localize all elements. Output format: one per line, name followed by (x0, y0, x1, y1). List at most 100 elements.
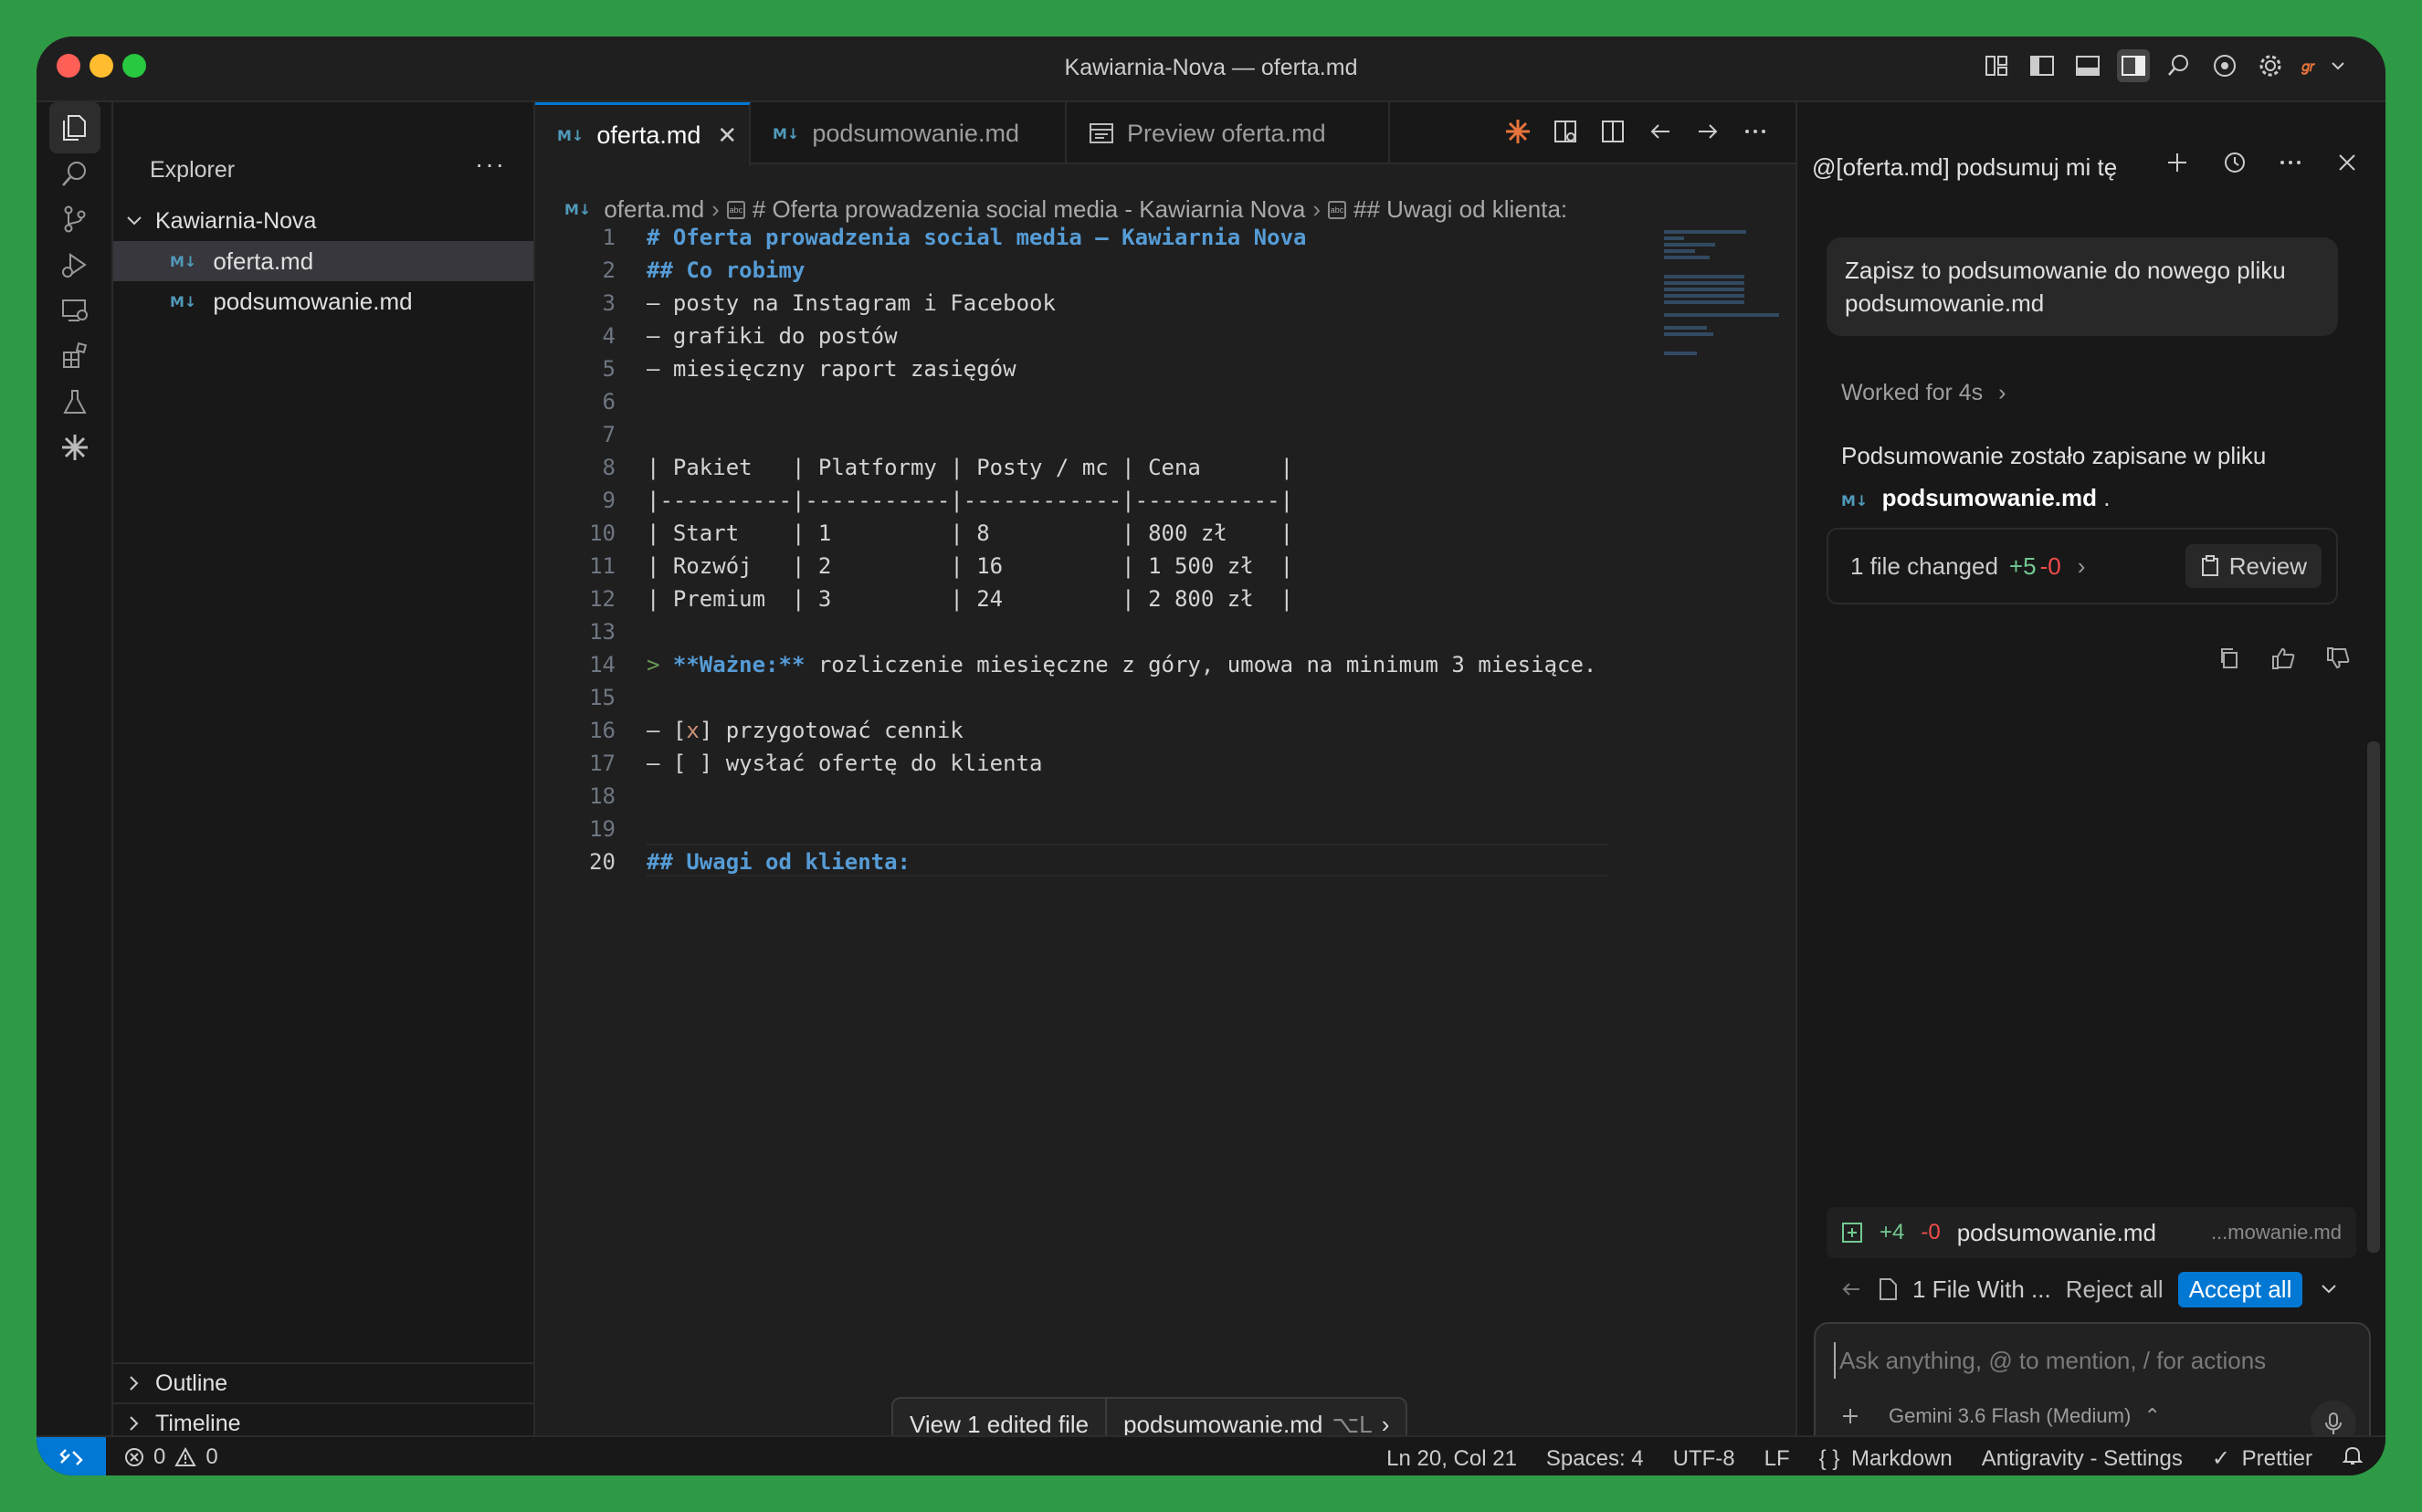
add-context-icon[interactable] (1839, 1405, 1861, 1427)
more-actions-icon[interactable] (1741, 115, 1770, 148)
outline-section[interactable]: Outline (113, 1362, 533, 1402)
split-editor-icon[interactable] (1598, 115, 1627, 148)
response-file-link[interactable]: podsumowanie.md (1882, 484, 2097, 511)
more-icon[interactable] (2278, 150, 2303, 183)
code-line[interactable]: 2 ## Co robimy (535, 254, 1631, 287)
files-changed-label[interactable]: 1 file changed (1850, 552, 1998, 581)
customize-layout-icon[interactable] (1980, 49, 2013, 82)
thumbs-up-icon[interactable] (2270, 646, 2296, 677)
new-chat-icon[interactable] (2164, 150, 2190, 183)
arrow-left-icon[interactable] (1839, 1277, 1863, 1301)
code-line[interactable]: 17 – [ ] wysłać ofertę do klienta (535, 747, 1631, 780)
reject-all-button[interactable]: Reject all (2066, 1276, 2164, 1304)
editor-tabs: M↓ oferta.md ✕ M↓ podsumowanie.md Previe… (535, 102, 1795, 166)
close-tab-icon[interactable]: ✕ (717, 121, 737, 150)
arrow-left-icon[interactable] (1646, 115, 1675, 148)
agent-sparkle-icon[interactable] (49, 422, 100, 473)
file-podsumowanie-md[interactable]: M↓ podsumowanie.md (113, 281, 533, 321)
account-icon[interactable]: 𝑔𝑟 (2300, 49, 2349, 82)
shortcut-hint: ⌥L (1332, 1410, 1373, 1438)
problems-indicator[interactable]: 0 0 (124, 1444, 218, 1470)
file-oferta-md[interactable]: M↓ oferta.md (113, 241, 533, 281)
toggle-secondary-sidebar-icon[interactable] (2117, 49, 2150, 82)
code-line[interactable]: 6 (535, 385, 1631, 418)
tab-preview-oferta[interactable]: Preview oferta.md (1067, 102, 1390, 164)
explorer-files-icon[interactable] (49, 102, 100, 153)
copy-icon[interactable] (2217, 646, 2241, 677)
review-button[interactable]: Review (2185, 544, 2322, 588)
code-line[interactable]: 7 (535, 418, 1631, 451)
bold-text: **Ważne:** (672, 652, 806, 677)
file-lines-added: +4 (1880, 1220, 1905, 1244)
breadcrumb-heading-2[interactable]: ## Uwagi od klienta: (1353, 195, 1567, 224)
code-line[interactable]: 14 > **Ważne:** rozliczenie miesięczne z … (535, 648, 1631, 681)
code-line[interactable]: 4 – grafiki do postów (535, 320, 1631, 352)
remote-indicator[interactable] (37, 1437, 106, 1475)
checkbox-mark: x (686, 718, 700, 743)
extensions-icon[interactable] (49, 331, 100, 382)
remote-explorer-icon[interactable] (49, 285, 100, 336)
chrome-icon[interactable] (2208, 49, 2241, 82)
settings-status[interactable]: Antigravity - Settings (1982, 1446, 2183, 1472)
pending-file-row[interactable]: +4 -0 podsumowanie.md ...mowanie.md (1827, 1207, 2356, 1258)
files-changed-card: 1 file changed +5 -0 › Review (1827, 528, 2338, 604)
tab-oferta-md[interactable]: M↓ oferta.md ✕ (535, 102, 751, 166)
language-mode[interactable]: { } Markdown (1819, 1446, 1953, 1472)
code-line[interactable]: 13 (535, 615, 1631, 648)
worked-duration[interactable]: Worked for 4s › (1841, 380, 2006, 406)
code-line[interactable]: 9 |----------|-----------|------------|--… (535, 484, 1631, 517)
code-line[interactable]: 16 – [x] przygotować cennik (535, 714, 1631, 747)
breadcrumb-heading-1[interactable]: # Oferta prowadzenia social media - Kawi… (753, 195, 1306, 224)
code-line[interactable]: 3 – posty na Instagram i Facebook (535, 287, 1631, 320)
language-label: Markdown (1851, 1445, 1953, 1471)
arrow-right-icon[interactable] (1693, 115, 1722, 148)
search-icon[interactable] (49, 148, 100, 199)
model-selector[interactable]: Gemini 3.6 Flash (Medium) ⌃ (1889, 1404, 2161, 1428)
accept-all-button[interactable]: Accept all (2177, 1271, 2303, 1307)
search-icon[interactable] (2163, 49, 2196, 82)
testing-flask-icon[interactable] (49, 376, 100, 427)
chevron-down-icon (127, 216, 142, 226)
code-line[interactable]: 20 ## Uwagi od klienta: (535, 845, 1631, 878)
pending-file-name: podsumowanie.md (1956, 1218, 2156, 1246)
minimap[interactable] (1664, 230, 1810, 355)
prettier-status[interactable]: ✓ Prettier (2212, 1445, 2312, 1472)
settings-gear-icon[interactable] (2254, 49, 2287, 82)
agent-sparkle-icon[interactable] (1503, 115, 1532, 148)
code-line[interactable]: 19 (535, 813, 1631, 845)
notifications-bell-icon[interactable] (2342, 1444, 2364, 1473)
run-debug-icon[interactable] (49, 239, 100, 290)
close-icon[interactable] (2334, 150, 2360, 183)
file-lines-removed: -0 (1921, 1220, 1941, 1244)
end-of-line[interactable]: LF (1764, 1446, 1790, 1472)
breadcrumb-file[interactable]: oferta.md (604, 195, 704, 224)
chevron-down-icon[interactable] (2317, 1277, 2341, 1301)
code-line[interactable]: 18 (535, 780, 1631, 813)
code-line[interactable]: 10 | Start | 1 | 8 | 800 zł | (535, 517, 1631, 550)
microphone-icon (2325, 1412, 2342, 1434)
tab-podsumowanie-md[interactable]: M↓ podsumowanie.md (751, 102, 1067, 164)
open-edited-file-button[interactable]: podsumowanie.md ⌥L › (1107, 1411, 1406, 1439)
code-line[interactable]: 12 | Premium | 3 | 24 | 2 800 zł | (535, 583, 1631, 615)
toggle-panel-icon[interactable] (2071, 49, 2104, 82)
code-line[interactable]: 1 # Oferta prowadzenia social media – Kaw… (535, 221, 1631, 254)
code-line[interactable]: 5 – miesięczny raport zasięgów (535, 352, 1631, 385)
outline-label: Outline (155, 1370, 228, 1396)
encoding[interactable]: UTF-8 (1673, 1446, 1735, 1472)
code-line[interactable]: 15 (535, 681, 1631, 714)
agent-prompt-input[interactable] (1834, 1342, 2345, 1379)
folder-kawiarnia-nova[interactable]: Kawiarnia-Nova (113, 201, 533, 241)
agent-scrollbar[interactable] (2367, 741, 2380, 1253)
toggle-primary-sidebar-icon[interactable] (2026, 49, 2059, 82)
cursor-position[interactable]: Ln 20, Col 21 (1386, 1446, 1517, 1472)
explorer-more-icon[interactable]: ··· (475, 150, 506, 179)
code-line[interactable]: 11 | Rozwój | 2 | 16 | 1 500 zł | (535, 550, 1631, 583)
minimap-line (1664, 288, 1745, 291)
thumbs-down-icon[interactable] (2325, 646, 2351, 677)
open-preview-icon[interactable] (1551, 115, 1580, 148)
source-control-icon[interactable] (49, 194, 100, 245)
check-double-icon: ✓ (2211, 1446, 2230, 1471)
code-line[interactable]: 8 | Pakiet | Platformy | Posty / mc | Cen… (535, 451, 1631, 484)
history-icon[interactable] (2221, 150, 2247, 183)
indentation[interactable]: Spaces: 4 (1546, 1446, 1644, 1472)
